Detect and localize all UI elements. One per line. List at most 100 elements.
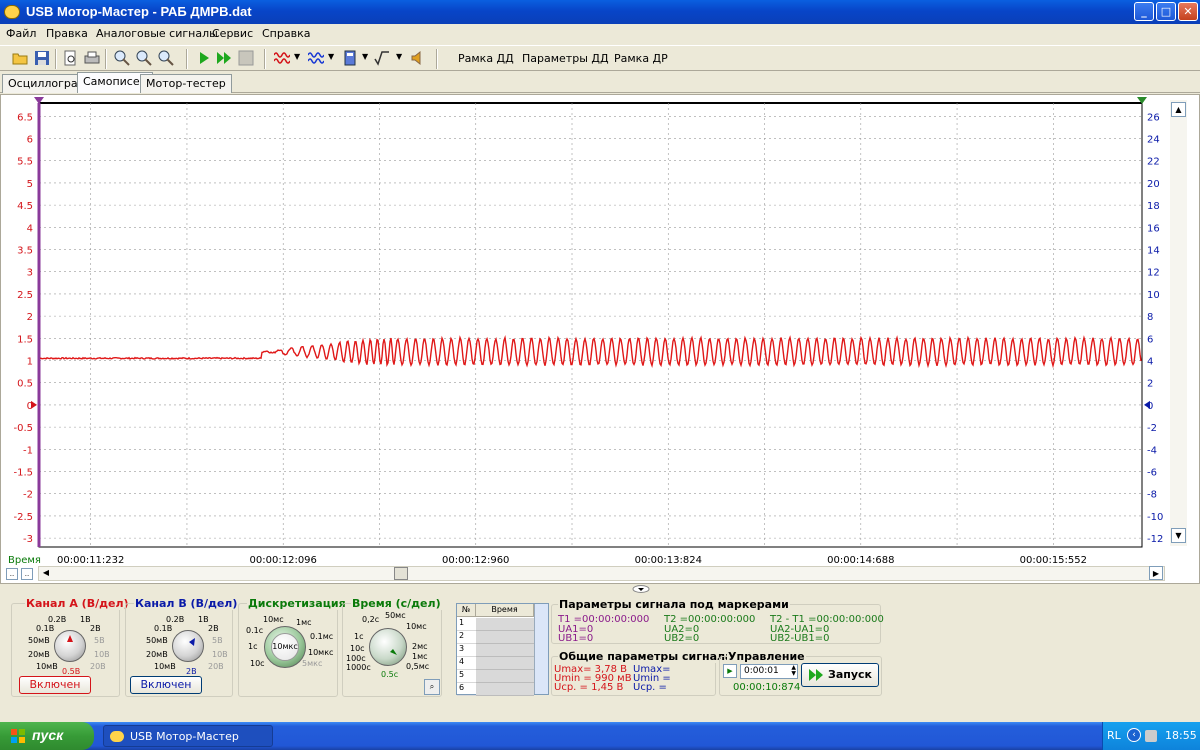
frame-dd-button[interactable]: Рамка ДД (458, 52, 514, 65)
scroll-down-button[interactable]: ▼ (1171, 528, 1186, 543)
scroll-right-button[interactable]: ▶ (1149, 566, 1163, 580)
zoom-in-icon[interactable] (114, 50, 130, 66)
channel-b-enable-button[interactable]: Включен (130, 676, 202, 694)
table-scrollbar[interactable] (534, 604, 548, 694)
knob-label: 10с (250, 659, 265, 668)
window-title: USB Мотор-Мастер - РАБ ДМРВ.dat (26, 4, 252, 19)
channel-a-knob[interactable] (54, 630, 86, 662)
left-y-tick-label: 2.5 (17, 290, 33, 301)
print-preview-icon[interactable] (62, 50, 78, 66)
time-interval-input[interactable]: 0:00:01 ▲ ▼ (740, 664, 798, 679)
collapse-panel-icon[interactable] (632, 585, 650, 593)
time-axis-label: Время (8, 555, 41, 566)
left-y-tick-label: 6 (27, 135, 33, 146)
knob-label: 0,5мс (406, 662, 430, 671)
scroll-thumb[interactable] (394, 567, 408, 580)
language-indicator[interactable]: RL (1107, 729, 1121, 742)
x-tick-label: 00:00:14:688 (827, 555, 894, 566)
signal-a-icon[interactable] (274, 50, 290, 66)
tab-motor-tester[interactable]: Мотор-тестер (140, 74, 232, 93)
signal-b-icon[interactable] (308, 50, 324, 66)
channel-b-knob[interactable] (172, 630, 204, 662)
minimize-button[interactable]: _ (1134, 2, 1154, 21)
knob-label: 1с (354, 632, 364, 641)
right-y-tick-label: 18 (1147, 201, 1160, 212)
knob-label: 5мкс (302, 659, 323, 668)
dropdown-arrow-icon[interactable]: ▼ (328, 52, 334, 61)
left-y-tick-label: 5 (27, 179, 33, 190)
scroll-left-button[interactable]: ◀ (39, 566, 53, 580)
step-play-button[interactable]: ▶ (723, 664, 737, 678)
knob-label: 10мс (263, 615, 284, 624)
right-y-tick-label: -4 (1147, 445, 1157, 456)
knob-label: 0.1В (154, 624, 173, 633)
open-folder-icon[interactable] (12, 50, 28, 66)
save-icon[interactable] (34, 50, 50, 66)
calculator-icon[interactable] (342, 50, 358, 66)
knob-pointer-icon (67, 635, 73, 642)
scroll-up-button[interactable]: ▲ (1171, 102, 1186, 117)
spin-arrows-icon[interactable]: ▲ ▼ (791, 665, 796, 677)
params-dd-button[interactable]: Параметры ДД (522, 52, 609, 65)
table-row[interactable] (476, 670, 534, 683)
close-button[interactable]: ✕ (1178, 2, 1198, 21)
fast-play-icon (809, 669, 823, 681)
menu-file[interactable]: Файл (6, 27, 36, 40)
table-row[interactable] (476, 631, 534, 644)
start-button[interactable]: Запуск (801, 663, 879, 687)
menu-analog-signals[interactable]: Аналоговые сигналы (96, 27, 218, 40)
start-button[interactable]: пуск (0, 722, 94, 750)
play-icon[interactable] (196, 50, 212, 66)
taskbar-app-button[interactable]: USB Мотор-Мастер (103, 725, 273, 747)
dub-value: UB2-UB1=0 (770, 633, 830, 644)
table-row[interactable] (476, 683, 534, 696)
knob-label: 2мс (412, 642, 428, 651)
zoom-time-out-button[interactable]: .. (6, 568, 18, 580)
recorder-chart[interactable]: 6.565.554.543.532.521.510.50-0.5-1-1.5-2… (1, 95, 1199, 583)
left-y-tick-label: 1 (27, 357, 33, 368)
dropdown-arrow-icon[interactable]: ▼ (294, 52, 300, 61)
sound-icon[interactable] (410, 50, 426, 66)
dropdown-arrow-icon[interactable]: ▼ (362, 52, 368, 61)
tray-expand-icon[interactable]: ‹ (1127, 728, 1141, 742)
fast-play-icon[interactable] (216, 50, 232, 66)
sqrt-icon[interactable] (374, 50, 390, 66)
ucp-b-value: Uср. = (633, 682, 667, 693)
left-y-tick-label: 3.5 (17, 246, 33, 257)
knob-pointer-icon (390, 649, 397, 655)
elapsed-time: 00:00:10:874 (733, 682, 801, 693)
horizontal-scrollbar[interactable]: ◀ ▶ (38, 566, 1165, 581)
marker-table[interactable]: № Время 1 2 3 4 5 6 (456, 603, 549, 696)
dropdown-arrow-icon[interactable]: ▼ (396, 52, 402, 61)
left-y-tick-label: 4 (27, 223, 33, 234)
zoom-out-icon[interactable] (136, 50, 152, 66)
knob-label: 1мс (296, 618, 312, 627)
discretization-knob[interactable]: 10мкс (264, 626, 306, 668)
menu-help[interactable]: Справка (262, 27, 310, 40)
x-tick-label: 00:00:11:232 (57, 555, 124, 566)
menu-service[interactable]: Сервис (212, 27, 253, 40)
taskbar: пуск USB Мотор-Мастер RL ‹ 18:55 (0, 722, 1200, 750)
table-row[interactable] (476, 657, 534, 670)
knob-label: 0.1В (36, 624, 55, 633)
tray-app-icon[interactable] (1145, 730, 1157, 742)
time-search-icon[interactable]: ⌕ (424, 679, 440, 695)
menu-edit[interactable]: Правка (46, 27, 88, 40)
time-knob[interactable] (369, 628, 407, 666)
table-row[interactable] (476, 618, 534, 631)
table-row[interactable] (476, 644, 534, 657)
ucp-a-value: Uср. = 1,45 В (554, 682, 624, 693)
time-interval-value: 0:00:01 (744, 666, 779, 676)
vertical-scrollbar[interactable]: ▲ ▼ (1170, 100, 1187, 546)
print-icon[interactable] (84, 50, 100, 66)
zoom-fit-icon[interactable] (158, 50, 174, 66)
x-tick-label: 00:00:15:552 (1020, 555, 1087, 566)
title-bar[interactable]: USB Мотор-Мастер - РАБ ДМРВ.dat _ □ ✕ (0, 0, 1200, 24)
frame-dr-button[interactable]: Рамка ДР (614, 52, 668, 65)
channel-a-enable-button[interactable]: Включен (19, 676, 91, 694)
app-icon (110, 731, 124, 742)
zoom-time-in-button[interactable]: .. (21, 568, 33, 580)
maximize-button[interactable]: □ (1156, 2, 1176, 21)
stop-icon[interactable] (238, 50, 254, 66)
right-y-tick-label: 6 (1147, 334, 1153, 345)
